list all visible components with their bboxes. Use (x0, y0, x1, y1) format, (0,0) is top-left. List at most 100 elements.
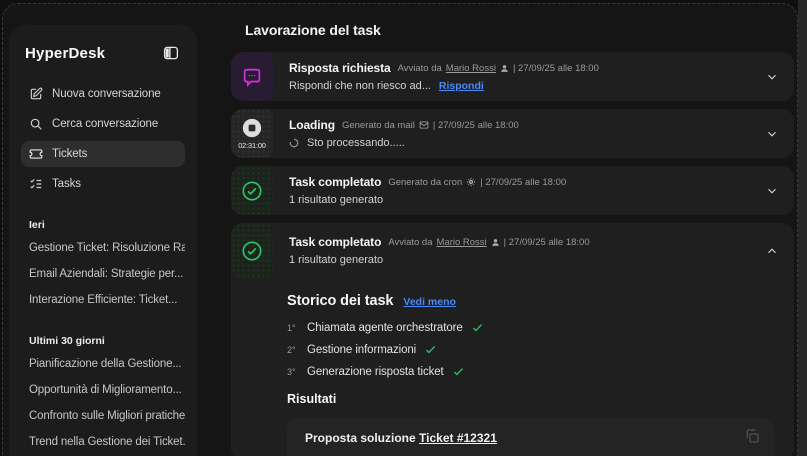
card-leading-strip: 02:31:00 (231, 109, 273, 158)
origin-prefix: Generato da mail (342, 120, 415, 131)
card-loading: 02:31:00 Loading Generato da mail | (231, 109, 794, 158)
check-icon (452, 365, 465, 378)
sidebar-menu: Nuova conversazione Cerca conversazione … (21, 81, 185, 197)
card-leading-strip (231, 52, 273, 101)
check-icon (424, 343, 437, 356)
card-risposta-richiesta: Risposta richiesta Avviato da Mario Ross… (231, 52, 794, 101)
task-step: 1° Chiamata agente orchestratore (287, 321, 774, 334)
copy-icon[interactable] (744, 428, 762, 446)
check-circle-icon (241, 240, 263, 262)
history-section-ieri: Ieri Gestione Ticket: Risoluzione Rapida… (21, 219, 185, 313)
sidebar-item-nuova-conversazione[interactable]: Nuova conversazione (21, 81, 185, 107)
history-item[interactable]: Interazione Efficiente: Ticket... (21, 287, 185, 313)
sidebar-header: HyperDesk (21, 43, 185, 63)
sidebar-item-label: Tickets (52, 148, 87, 160)
step-number: 1° (287, 323, 299, 333)
card-meta: Avviato da Mario Rossi | 27/09/25 alle 1… (388, 237, 589, 248)
timestamp: | 27/09/25 alle 18:00 (513, 63, 599, 74)
step-number: 2° (287, 345, 299, 355)
task-steps: 1° Chiamata agente orchestratore 2° Gest… (287, 321, 774, 378)
app-window: HyperDesk Nuova conversazione (2, 3, 798, 456)
sidebar-item-tickets[interactable]: Tickets (21, 141, 185, 167)
timestamp: | 27/09/25 alle 18:00 (480, 177, 566, 188)
stop-icon[interactable] (241, 117, 263, 139)
vedi-meno-link[interactable]: Vedi meno (403, 296, 456, 308)
ticket-link[interactable]: Ticket #12321 (419, 431, 497, 445)
window-edge (798, 0, 807, 456)
timestamp: | 27/09/25 alle 18:00 (433, 120, 519, 131)
card-message: Rispondi che non riesco ad... (289, 80, 431, 92)
history-item[interactable]: Pianificazione della Gestione... (21, 351, 185, 377)
card-meta: Avviato da Mario Rossi | 27/09/25 alle 1… (398, 63, 599, 74)
status-text: Sto processando..... (307, 137, 405, 149)
card-body: Loading Generato da mail | 27/09/25 alle… (273, 109, 794, 158)
user-icon (500, 64, 509, 73)
results-title: Risultati (287, 392, 774, 406)
chevron-up-icon[interactable] (764, 243, 780, 259)
step-label: Chiamata agente orchestratore (307, 322, 463, 334)
card-title: Loading (289, 118, 335, 132)
card-task-completato-cron: Task completato Generato da cron | 27/09… (231, 166, 794, 215)
result-count: 1 risultato generato (289, 254, 383, 266)
card-body: Task completato Generato da cron | 27/09… (273, 166, 794, 215)
card-meta: Generato da mail | 27/09/25 alle 18:00 (342, 120, 519, 131)
sidebar-toggle-icon[interactable] (161, 43, 181, 63)
card-title: Risposta richiesta (289, 61, 391, 75)
history-item[interactable]: Gestione Ticket: Risoluzione Rapida (21, 235, 185, 261)
sidebar-item-cerca-conversazione[interactable]: Cerca conversazione (21, 111, 185, 137)
result-title-prefix: Proposta soluzione (305, 431, 416, 445)
origin-user-link[interactable]: Mario Rossi (446, 63, 496, 74)
result-title: Proposta soluzione Ticket #12321 (301, 431, 760, 445)
search-icon (29, 117, 43, 131)
sidebar: HyperDesk Nuova conversazione (9, 25, 197, 456)
card-body: Task completato Avviato da Mario Rossi |… (273, 223, 794, 279)
event-cards: Risposta richiesta Avviato da Mario Ross… (231, 52, 794, 456)
origin-prefix: Avviato da (388, 237, 432, 248)
origin-user-link[interactable]: Mario Rossi (437, 237, 487, 248)
task-step: 3° Generazione risposta ticket (287, 365, 774, 378)
app-title: HyperDesk (25, 45, 105, 62)
chat-bubble-icon (241, 66, 263, 88)
user-icon (491, 238, 500, 247)
rispondi-link[interactable]: Rispondi (439, 80, 484, 92)
card-leading-strip (231, 166, 273, 215)
sidebar-item-tasks[interactable]: Tasks (21, 171, 185, 197)
origin-prefix: Avviato da (398, 63, 442, 74)
compose-icon (29, 87, 43, 101)
result-count: 1 risultato generato (289, 194, 383, 206)
card-meta: Generato da cron | 27/09/25 alle 18:00 (388, 177, 566, 188)
sidebar-item-label: Cerca conversazione (52, 118, 158, 130)
card-leading-strip (231, 223, 273, 279)
history-item[interactable]: Email Aziendali: Strategie per... (21, 261, 185, 287)
chevron-down-icon[interactable] (764, 126, 780, 142)
card-title: Task completato (289, 235, 381, 249)
ticket-icon (29, 147, 43, 161)
main-content: Lavorazione del task (231, 4, 794, 456)
check-circle-icon (241, 180, 263, 202)
card-task-completato-expanded: Task completato Avviato da Mario Rossi |… (231, 223, 794, 456)
card-body: Risposta richiesta Avviato da Mario Ross… (273, 52, 794, 101)
card-expanded-content: Storico dei task Vedi meno 1° Chiamata a… (231, 279, 794, 456)
task-step: 2° Gestione informazioni (287, 343, 774, 356)
mail-icon (419, 120, 429, 130)
elapsed-timer: 02:31:00 (238, 141, 266, 150)
gear-icon (466, 177, 476, 187)
task-history-title: Storico dei task (287, 293, 393, 309)
history-section-ultimi-30-giorni: Ultimi 30 giorni Pianificazione della Ge… (21, 335, 185, 455)
card-title: Task completato (289, 175, 381, 189)
card-header: Task completato Avviato da Mario Rossi |… (231, 223, 794, 279)
result-card: Proposta soluzione Ticket #12321 Lorem i… (287, 418, 774, 456)
sidebar-item-label: Nuova conversazione (52, 88, 161, 100)
step-number: 3° (287, 367, 299, 377)
history-item[interactable]: Trend nella Gestione dei Ticket... (21, 429, 185, 455)
list-checks-icon (29, 177, 43, 191)
step-label: Generazione risposta ticket (307, 366, 444, 378)
spinner-icon (289, 138, 299, 148)
timestamp: | 27/09/25 alle 18:00 (504, 237, 590, 248)
chevron-down-icon[interactable] (764, 69, 780, 85)
history-item[interactable]: Confronto sulle Migliori pratiche... (21, 403, 185, 429)
page-title: Lavorazione del task (245, 22, 794, 38)
history-item[interactable]: Opportunità di Miglioramento... (21, 377, 185, 403)
chevron-down-icon[interactable] (764, 183, 780, 199)
sidebar-item-label: Tasks (52, 178, 81, 190)
